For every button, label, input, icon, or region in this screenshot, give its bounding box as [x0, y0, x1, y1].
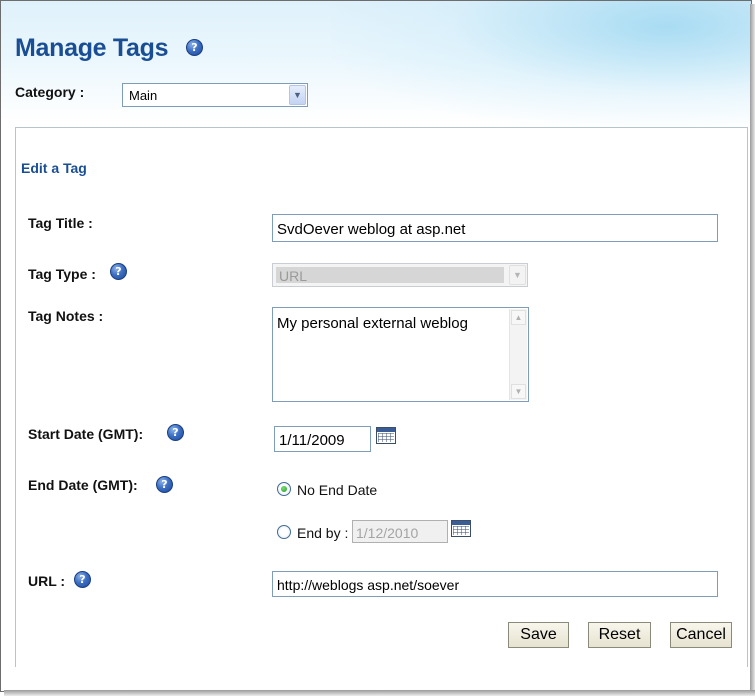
tag-notes-value: My personal external weblog	[277, 315, 468, 332]
help-icon[interactable]: ?	[156, 476, 173, 493]
tag-type-select: URL ▼	[272, 263, 528, 287]
category-selected-value: Main	[129, 88, 158, 103]
no-end-date-label: No End Date	[297, 482, 378, 498]
tag-type-label: Tag Type :	[28, 266, 96, 282]
tag-title-label: Tag Title :	[28, 215, 93, 231]
window-shadow-right	[750, 4, 755, 694]
start-date-value: 1/11/2009	[279, 432, 345, 449]
end-by-label: End by :	[297, 525, 349, 541]
scroll-down-icon[interactable]: ▼	[511, 384, 526, 399]
tag-type-highlight	[276, 267, 504, 283]
start-date-input[interactable]: 1/11/2009	[274, 426, 371, 452]
no-end-date-radio[interactable]	[277, 482, 291, 496]
manage-tags-window: Manage Tags ? Category : Main ▼ Edit a T…	[0, 0, 752, 692]
calendar-icon[interactable]	[376, 427, 396, 444]
chevron-down-icon: ▼	[509, 265, 526, 285]
category-label: Category :	[15, 84, 85, 100]
edit-tag-heading: Edit a Tag	[21, 160, 87, 176]
chevron-down-icon[interactable]: ▼	[289, 85, 306, 105]
calendar-icon[interactable]	[451, 520, 471, 537]
url-value: http://weblogs asp.net/soever	[277, 577, 460, 593]
window-shadow-bottom	[4, 690, 755, 696]
scroll-up-icon[interactable]: ▲	[511, 310, 526, 325]
tag-type-selected-value: URL	[279, 268, 308, 284]
help-icon[interactable]: ?	[110, 263, 127, 280]
reset-button[interactable]: Reset	[588, 622, 651, 648]
start-date-label: Start Date (GMT):	[28, 426, 144, 442]
tag-notes-label: Tag Notes :	[28, 308, 104, 324]
notes-scrollbar[interactable]: ▲ ▼	[509, 309, 527, 400]
end-by-date-value: 1/12/2010	[356, 525, 419, 541]
url-label: URL :	[28, 573, 66, 589]
page-title: Manage Tags	[15, 34, 169, 62]
help-icon[interactable]: ?	[186, 39, 203, 56]
save-button[interactable]: Save	[508, 622, 569, 648]
cancel-button[interactable]: Cancel	[670, 622, 732, 648]
help-icon[interactable]: ?	[167, 424, 184, 441]
end-date-label: End Date (GMT):	[28, 477, 138, 493]
help-icon[interactable]: ?	[74, 571, 91, 588]
end-by-radio[interactable]	[277, 525, 291, 539]
end-by-date-input: 1/12/2010	[352, 520, 448, 543]
url-input[interactable]: http://weblogs asp.net/soever	[272, 571, 718, 597]
category-select[interactable]: Main ▼	[122, 83, 308, 107]
tag-title-value: SvdOever weblog at asp.net	[277, 221, 466, 238]
tag-notes-textarea[interactable]: My personal external weblog ▲ ▼	[272, 307, 529, 402]
tag-title-input[interactable]: SvdOever weblog at asp.net	[272, 214, 718, 242]
